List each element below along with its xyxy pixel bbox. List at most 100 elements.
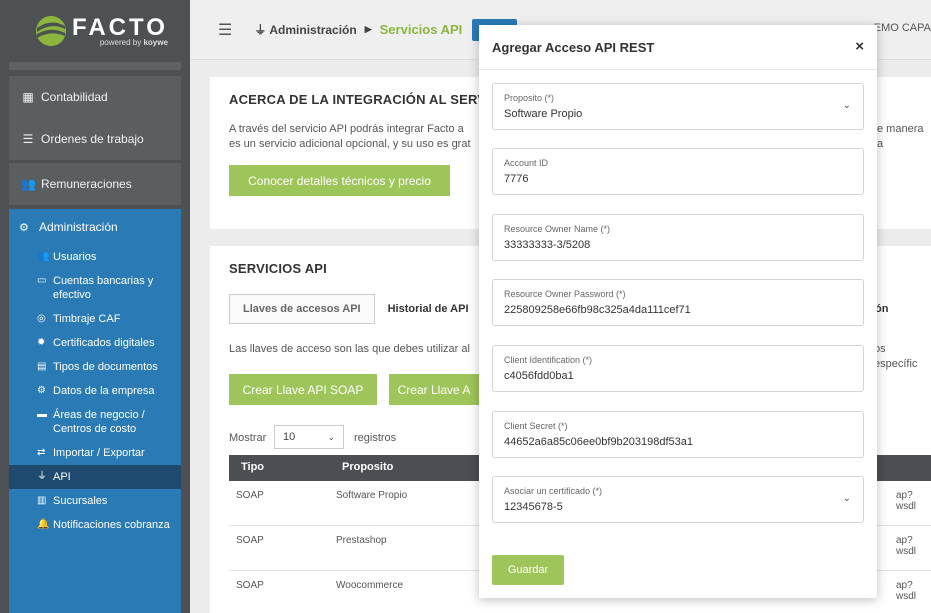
field-label: Resource Owner Password (*)	[504, 289, 626, 299]
brand-powered: powered by	[99, 37, 142, 47]
tab-right-label[interactable]: ón	[875, 302, 888, 317]
column-tipo[interactable]: Tipo	[241, 461, 264, 473]
facto-logo-icon	[34, 14, 68, 48]
resource-owner-password-field[interactable]: Resource Owner Password (*) 225809258e66…	[492, 279, 864, 326]
brand-logo[interactable]: FACTO powered by koywe	[0, 0, 190, 62]
about-title: ACERCA DE LA INTEGRACIÓN AL SERVIC	[229, 92, 500, 107]
page-size-select[interactable]: 10 ⌄	[274, 425, 344, 449]
modal-header: Agregar Acceso API REST ×	[479, 25, 877, 70]
create-rest-button[interactable]: Crear Llave A	[389, 374, 479, 405]
sidebar-sub-areas[interactable]: ▬ Áreas de negocio / Centros de costo	[9, 403, 181, 441]
about-line-1: A través del servicio API podrás integra…	[229, 123, 464, 135]
menu-icon[interactable]: ☰	[218, 20, 232, 40]
field-value[interactable]: 33333333-3/5208	[504, 239, 834, 251]
sidebar-sub-datos[interactable]: ⚙ Datos de la empresa	[9, 379, 181, 403]
sidebar-sub-tipos[interactable]: ▤ Tipos de documentos	[9, 355, 181, 379]
page-size-value: 10	[283, 431, 296, 443]
sidebar-sub-label: Timbraje CAF	[53, 313, 121, 325]
add-rest-access-modal: Agregar Acceso API REST × Proposito (*) …	[479, 25, 877, 598]
bell-icon: 🔔	[37, 519, 50, 530]
client-identification-field[interactable]: Client Identification (*) c4056fdd0ba1	[492, 345, 864, 392]
field-value[interactable]: 44652a6a85c06ee0bf9b203198df53a1	[504, 436, 834, 448]
field-value[interactable]: c4056fdd0ba1	[504, 370, 834, 382]
sidebar-item-remuneraciones[interactable]: 👥 Remuneraciones	[9, 163, 181, 205]
sidebar-sub-cuentas[interactable]: ▭ Cuentas bancarias y efectivo	[9, 269, 181, 307]
field-value: 12345678-5	[504, 501, 563, 513]
chevron-down-icon: ⌄	[842, 493, 851, 504]
create-soap-button[interactable]: Crear Llave API SOAP	[229, 374, 377, 405]
building-icon: ▥	[37, 495, 47, 506]
field-value[interactable]: 7776	[504, 173, 834, 185]
about-line-1-right: e manera a	[877, 123, 924, 150]
sidebar-sub-label: Notificaciones cobranza	[53, 519, 170, 531]
details-button[interactable]: Conocer detalles técnicos y precio	[229, 165, 450, 196]
breadcrumb: ⏚ Administración ▶ Servicios API	[254, 21, 462, 38]
services-info: Las llaves de acceso son las que debes u…	[229, 343, 470, 355]
users-icon: 👥	[37, 251, 50, 262]
sidebar-sub-usuarios[interactable]: 👥 Usuarios	[9, 245, 181, 269]
tabs: Llaves de accesos API Historial de API	[229, 294, 482, 324]
account-id-field[interactable]: Account ID 7776	[492, 148, 864, 195]
modal-title: Agregar Acceso API REST	[492, 39, 655, 55]
services-info-right: os específic	[874, 343, 918, 370]
archive-icon: ▬	[37, 409, 47, 420]
stamp-icon: ◎	[37, 313, 46, 324]
sidebar-sub-sucursales[interactable]: ▥ Sucursales	[9, 489, 181, 513]
cell-proposito: Prestashop	[336, 535, 387, 546]
gear-icon: ⚙	[37, 385, 46, 396]
sidebar-sub-label: Datos de la empresa	[53, 385, 155, 397]
sidebar-sub-notificaciones[interactable]: 🔔 Notificaciones cobranza	[9, 513, 181, 537]
user-menu[interactable]: EMO CAPA	[874, 22, 931, 34]
exchange-icon: ⇄	[37, 447, 46, 458]
cell-url: ap?wsdl	[896, 580, 917, 602]
sidebar-sub-label: Cuentas bancarias y efectivo	[53, 275, 154, 301]
brand-name: FACTO	[72, 13, 168, 41]
sidebar-item-label: Ordenes de trabajo	[41, 132, 144, 146]
brand-company: koywe	[143, 37, 168, 47]
cell-proposito: Woocommerce	[336, 580, 404, 591]
sidebar-sub-timbraje[interactable]: ◎ Timbraje CAF	[9, 307, 181, 331]
money-icon: ▭	[37, 275, 47, 286]
cell-url: ap?wsdl	[896, 535, 917, 557]
tab-historial[interactable]: Historial de API	[375, 294, 482, 324]
calculator-icon: ▦	[22, 90, 34, 104]
records-label: registros	[354, 432, 397, 444]
field-label: Asociar un certificado (*)	[504, 486, 603, 496]
sidebar-admin-group: ⚙ Administración 👥 Usuarios ▭ Cuentas banc…	[9, 209, 181, 613]
resource-owner-name-field[interactable]: Resource Owner Name (*) 33333333-3/5208	[492, 214, 864, 261]
tab-llaves[interactable]: Llaves de accesos API	[229, 294, 375, 324]
field-value[interactable]: 225809258e66fb98c325a4da111cef71	[504, 304, 834, 316]
sidebar-sub-label: Usuarios	[53, 251, 97, 263]
sidebar-sub-label: Sucursales	[53, 495, 108, 507]
cell-tipo: SOAP	[236, 535, 264, 546]
column-proposito[interactable]: Proposito	[342, 461, 393, 473]
sidebar-sub-importar[interactable]: ⇄ Importar / Exportar	[9, 441, 181, 465]
sidebar-item-administracion[interactable]: ⚙ Administración	[9, 209, 181, 245]
sidebar-sub-label: Tipos de documentos	[53, 361, 158, 373]
cell-proposito: Software Propio	[336, 490, 408, 501]
breadcrumb-current: Servicios API	[379, 22, 463, 37]
field-label: Proposito (*)	[504, 93, 555, 103]
about-line-2: es un servicio adicional opcional, y su …	[229, 138, 471, 150]
client-secret-field[interactable]: Client Secret (*) 44652a6a85c06ee0bf9b20…	[492, 411, 864, 458]
sidebar-item-contabilidad[interactable]: ▦ Contabilidad	[9, 76, 181, 118]
breadcrumb-parent[interactable]: Administración	[269, 23, 356, 37]
sidebar-sub-label: Áreas de negocio / Centros de costo	[53, 409, 145, 435]
gears-icon: ⚙	[19, 221, 29, 234]
close-icon[interactable]: ×	[855, 38, 864, 55]
proposito-select[interactable]: Proposito (*) Software Propio ⌄	[492, 83, 864, 130]
cell-url: ap?wsdl	[896, 490, 917, 512]
document-icon: ▤	[37, 361, 47, 372]
field-label: Client Identification (*)	[504, 355, 593, 365]
sidebar-sub-api[interactable]: ⏚ API	[9, 465, 181, 489]
cell-tipo: SOAP	[236, 490, 264, 501]
chevron-down-icon: ⌄	[842, 100, 851, 111]
certificate-icon: ✹	[37, 337, 46, 348]
certificate-select[interactable]: Asociar un certificado (*) 12345678-5 ⌄	[492, 476, 864, 523]
sidebar-sub-certificados[interactable]: ✹ Certificados digitales	[9, 331, 181, 355]
sidebar-item-label: Contabilidad	[41, 90, 108, 104]
sidebar-item-ordenes[interactable]: ☰ Ordenes de trabajo	[9, 118, 181, 160]
list-icon: ☰	[22, 132, 34, 146]
save-button[interactable]: Guardar	[492, 555, 564, 585]
sidebar-spacer	[9, 62, 181, 70]
